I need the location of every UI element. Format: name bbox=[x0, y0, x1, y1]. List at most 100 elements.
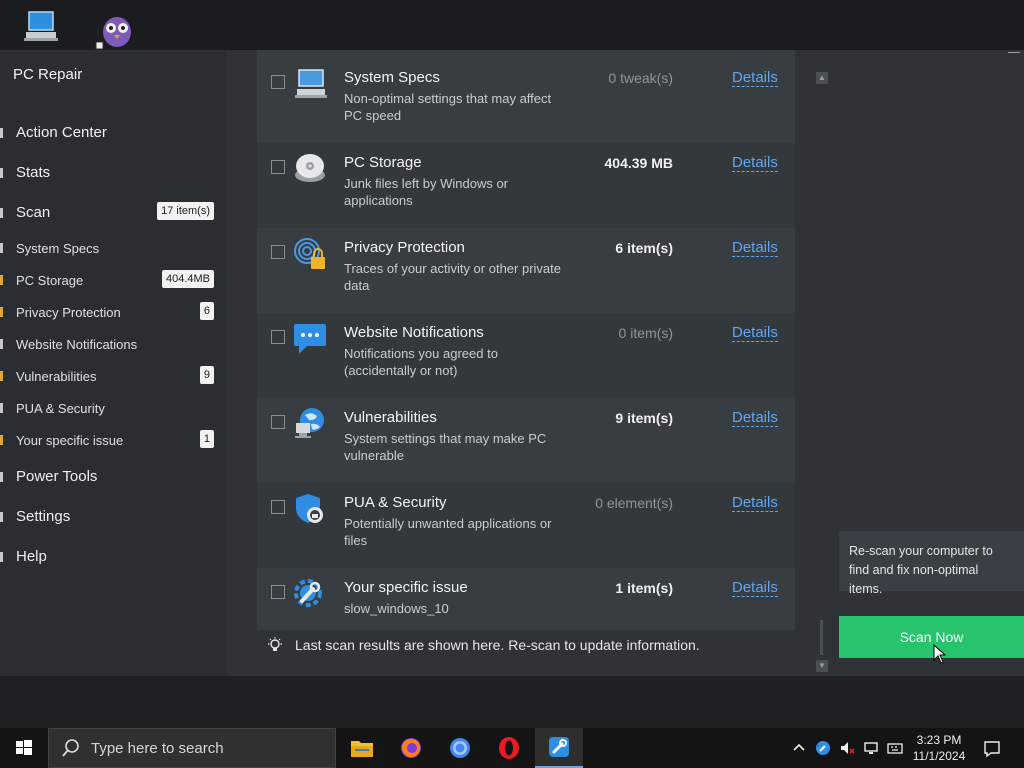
chrome-icon bbox=[450, 738, 470, 758]
pua-security-details-link[interactable]: Details bbox=[732, 494, 778, 512]
nav-bullet-warning bbox=[0, 307, 3, 317]
scrollbar-thumb[interactable] bbox=[820, 620, 823, 655]
volume-muted-icon[interactable] bbox=[839, 740, 855, 756]
nav-bullet bbox=[0, 512, 3, 522]
result-title: Your specific issue bbox=[344, 579, 468, 596]
website-notifications-details-link[interactable]: Details bbox=[732, 324, 778, 342]
privacy-protection-checkbox[interactable] bbox=[271, 245, 285, 259]
nav-bullet bbox=[0, 208, 3, 218]
pc-storage-badge: 404.4MB bbox=[161, 270, 214, 288]
owl-app-desktop-icon[interactable] bbox=[94, 6, 138, 50]
result-row-privacy-protection: Privacy Protection Traces of your activi… bbox=[257, 228, 795, 313]
taskbar-search[interactable]: Type here to search bbox=[48, 728, 336, 768]
windows-logo-icon bbox=[16, 740, 32, 755]
shield-icon bbox=[293, 492, 327, 526]
result-value: 0 element(s) bbox=[595, 495, 673, 511]
nav-your-specific-issue[interactable]: Your specific issue bbox=[16, 433, 123, 448]
privacy-protection-details-link[interactable]: Details bbox=[732, 239, 778, 257]
result-row-system-specs: System Specs Non-optimal settings that m… bbox=[257, 50, 795, 143]
nav-bullet bbox=[0, 472, 3, 482]
sidebar: PC Repair Action Center Stats Scan 17 it… bbox=[0, 50, 227, 676]
result-row-pua-security: PUA & Security Potentially unwanted appl… bbox=[257, 483, 795, 568]
nav-action-center[interactable]: Action Center bbox=[16, 124, 107, 141]
search-icon bbox=[62, 739, 79, 757]
main-panel: System Specs Non-optimal settings that m… bbox=[227, 50, 1024, 676]
globe-icon bbox=[293, 407, 327, 441]
vulnerabilities-checkbox[interactable] bbox=[271, 415, 285, 429]
result-description: Traces of your activity or other private… bbox=[344, 261, 561, 293]
folder-icon bbox=[351, 741, 373, 757]
action-center-notification-icon[interactable] bbox=[983, 740, 1000, 758]
result-value: 1 item(s) bbox=[615, 580, 673, 596]
pua-security-checkbox[interactable] bbox=[271, 500, 285, 514]
minimize-icon[interactable] bbox=[1008, 52, 1020, 53]
nav-website-notifications[interactable]: Website Notifications bbox=[16, 337, 137, 352]
scan-now-button[interactable]: Scan Now bbox=[839, 616, 1024, 658]
website-notifications-checkbox[interactable] bbox=[271, 330, 285, 344]
nav-bullet-warning bbox=[0, 371, 3, 381]
mouse-cursor-icon bbox=[933, 644, 947, 664]
specific-issue-badge: 1 bbox=[199, 430, 214, 448]
result-description: slow_windows_10 bbox=[344, 601, 449, 616]
result-title: PUA & Security bbox=[344, 494, 447, 511]
taskbar-clock[interactable]: 3:23 PM 11/1/2024 bbox=[908, 732, 970, 764]
pc-repair-app-icon bbox=[549, 737, 569, 757]
nav-pua-security[interactable]: PUA & Security bbox=[16, 401, 105, 416]
specific-issue-details-link[interactable]: Details bbox=[732, 579, 778, 597]
nav-bullet bbox=[0, 339, 3, 349]
pc-storage-checkbox[interactable] bbox=[271, 160, 285, 174]
pc-repair-window: PC Repair Action Center Stats Scan 17 it… bbox=[0, 50, 1024, 676]
computer-desktop-icon[interactable] bbox=[18, 6, 62, 50]
result-title: Vulnerabilities bbox=[344, 409, 437, 426]
opera-icon bbox=[499, 737, 519, 759]
network-icon[interactable] bbox=[863, 740, 879, 756]
taskbar-file-explorer[interactable] bbox=[338, 728, 386, 768]
scroll-up-arrow-icon[interactable]: ▲ bbox=[816, 72, 828, 84]
nav-help[interactable]: Help bbox=[16, 548, 47, 565]
result-description: System settings that may make PC vulnera… bbox=[344, 431, 547, 463]
vulnerabilities-details-link[interactable]: Details bbox=[732, 409, 778, 427]
pc-repair-tray-icon[interactable] bbox=[815, 740, 831, 756]
nav-bullet bbox=[0, 552, 3, 562]
app-title: PC Repair bbox=[13, 66, 83, 83]
nav-pc-storage[interactable]: PC Storage bbox=[16, 273, 83, 288]
result-description: Potentially unwanted applications or fil… bbox=[344, 516, 552, 548]
result-value: 0 item(s) bbox=[618, 325, 673, 341]
taskbar-pc-repair[interactable] bbox=[535, 728, 583, 768]
nav-bullet bbox=[0, 168, 3, 178]
fingerprint-lock-icon bbox=[293, 237, 327, 271]
nav-power-tools[interactable]: Power Tools bbox=[16, 468, 97, 485]
pc-storage-details-link[interactable]: Details bbox=[732, 154, 778, 172]
nav-bullet bbox=[0, 403, 3, 413]
taskbar: Type here to search 3:23 PM 11/1/2024 bbox=[0, 728, 1024, 768]
nav-stats[interactable]: Stats bbox=[16, 164, 50, 181]
result-description: Non-optimal settings that may affect PC … bbox=[344, 91, 552, 123]
last-scan-note: Last scan results are shown here. Re-sca… bbox=[267, 637, 700, 653]
computer-icon bbox=[293, 68, 327, 102]
nav-settings[interactable]: Settings bbox=[16, 508, 70, 525]
wrench-gear-icon bbox=[293, 577, 327, 611]
nav-privacy-protection[interactable]: Privacy Protection bbox=[16, 305, 121, 320]
scrollbar[interactable]: ▲ ▼ bbox=[816, 70, 828, 674]
nav-scan[interactable]: Scan bbox=[16, 204, 50, 221]
desktop-background bbox=[0, 676, 1024, 728]
scroll-down-arrow-icon[interactable]: ▼ bbox=[816, 660, 828, 672]
nav-vulnerabilities[interactable]: Vulnerabilities bbox=[16, 369, 96, 384]
taskbar-firefox[interactable] bbox=[387, 728, 435, 768]
nav-bullet-warning bbox=[0, 435, 3, 445]
specific-issue-checkbox[interactable] bbox=[271, 585, 285, 599]
keyboard-layout-icon[interactable] bbox=[887, 740, 903, 756]
taskbar-opera[interactable] bbox=[485, 728, 533, 768]
firefox-icon bbox=[401, 738, 421, 758]
taskbar-chrome[interactable] bbox=[436, 728, 484, 768]
privacy-protection-badge: 6 bbox=[199, 302, 214, 320]
scan-results-list: System Specs Non-optimal settings that m… bbox=[257, 50, 795, 630]
system-specs-details-link[interactable]: Details bbox=[732, 69, 778, 87]
show-hidden-icons-chevron-icon[interactable] bbox=[791, 740, 807, 756]
system-specs-checkbox[interactable] bbox=[271, 75, 285, 89]
result-value: 404.39 MB bbox=[604, 155, 673, 171]
result-value: 6 item(s) bbox=[615, 240, 673, 256]
nav-system-specs[interactable]: System Specs bbox=[16, 241, 99, 256]
result-row-website-notifications: Website Notifications Notifications you … bbox=[257, 313, 795, 398]
start-button[interactable] bbox=[0, 728, 48, 768]
